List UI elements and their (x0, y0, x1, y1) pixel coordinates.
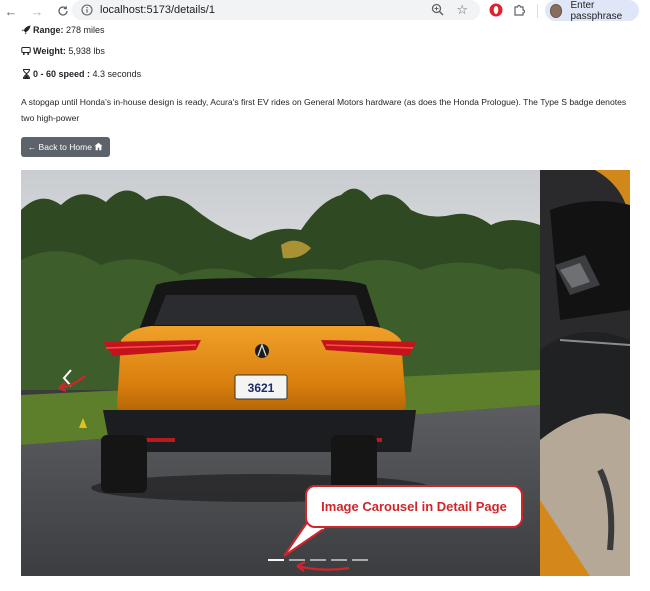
rocket-icon (21, 25, 31, 35)
toolbar-divider (537, 4, 538, 18)
annotation-arrow-bottom (296, 561, 350, 572)
extensions-puzzle-icon[interactable] (512, 3, 526, 22)
profile-label: Enter passphrase (570, 0, 623, 22)
profile-button[interactable]: Enter passphrase (545, 0, 639, 22)
forward-arrow-icon[interactable]: → (27, 1, 47, 21)
avatar (550, 3, 563, 18)
carousel-indicator-5[interactable] (352, 559, 368, 561)
zoom-icon[interactable] (431, 3, 444, 21)
site-info-icon[interactable] (80, 3, 94, 17)
hourglass-icon (21, 69, 31, 79)
back-arrow-icon[interactable]: ← (1, 1, 21, 21)
spec-range-label: Range: (33, 25, 64, 35)
address-bar[interactable]: localhost:5173/details/1 ☆ (72, 0, 480, 20)
spec-speed-value: 4.3 seconds (92, 69, 142, 79)
spec-speed: 0 - 60 speed : 4.3 seconds (21, 69, 141, 79)
annotation-arrow-left (58, 375, 86, 393)
spec-speed-label: 0 - 60 speed : (33, 69, 91, 79)
license-plate-text: 3621 (248, 381, 275, 395)
spec-weight: Weight: 5,938 lbs (21, 46, 105, 56)
home-icon (94, 142, 103, 153)
url-text[interactable]: localhost:5173/details/1 (100, 4, 215, 16)
car-description: A stopgap until Honda's in-house design … (21, 97, 627, 123)
spec-range-value: 278 miles (66, 25, 105, 35)
car-interior-photo (540, 170, 630, 576)
annotation-callout: Image Carousel in Detail Page (305, 485, 523, 528)
browser-toolbar: ← → localhost:5173/details/1 ☆ Enter pas… (0, 0, 650, 22)
spec-range: Range: 278 miles (21, 25, 105, 35)
back-to-home-label: ← Back to Home (27, 142, 92, 152)
spec-weight-label: Weight: (33, 46, 66, 56)
bookmark-star-icon[interactable]: ☆ (456, 2, 468, 18)
spec-weight-value: 5,938 lbs (68, 46, 105, 56)
truck-icon (21, 46, 31, 56)
opera-extension-icon[interactable] (489, 3, 503, 22)
carousel-slide-next (540, 170, 630, 576)
annotation-text: Image Carousel in Detail Page (321, 499, 507, 514)
back-to-home-button[interactable]: ← Back to Home (21, 137, 110, 157)
reload-icon[interactable] (53, 1, 73, 21)
